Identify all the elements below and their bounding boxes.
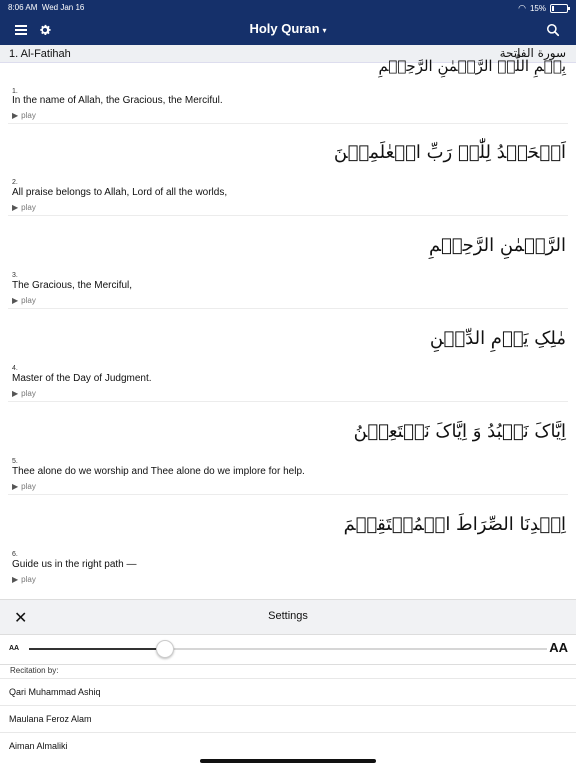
play-button[interactable]: ▶ play	[12, 575, 36, 584]
nav-title-text: Holy Quran	[249, 21, 320, 36]
settings-panel: ✕ Settings AA AA Recitation by: Qari Muh…	[0, 599, 576, 768]
divider	[8, 123, 568, 124]
verse-translation: All praise belongs to Allah, Lord of all…	[12, 187, 228, 198]
verse-number: 3.	[12, 272, 18, 279]
nav-title[interactable]: Holy Quran ▾	[0, 21, 576, 36]
verse-number: 1.	[12, 88, 18, 95]
divider	[8, 494, 568, 495]
font-small-icon: AA	[9, 645, 20, 652]
top-nav-bar: 8:06 AM Wed Jan 16 ◠ 15% Holy Quran ▾	[0, 0, 576, 45]
search-icon[interactable]	[544, 21, 562, 39]
verse-arabic: مٰلِکِ یَوۡمِ الدِّیۡنِ	[429, 328, 566, 349]
play-icon: ▶	[12, 296, 19, 305]
play-icon: ▶	[12, 389, 19, 398]
font-size-row: AA AA	[0, 634, 576, 665]
status-right: ◠ 15%	[518, 3, 570, 14]
verse-translation: Master of the Day of Judgment.	[12, 373, 152, 384]
verse-number: 6.	[12, 551, 18, 558]
status-time: 8:06 AM	[8, 3, 38, 12]
recitation-label: Recitation by:	[10, 666, 59, 675]
chevron-down-icon: ▾	[322, 26, 327, 35]
reciter-name: Aiman Almaliki	[9, 741, 68, 751]
divider	[8, 308, 568, 309]
battery-icon	[550, 4, 570, 13]
play-icon: ▶	[12, 203, 19, 212]
font-large-icon: AA	[549, 640, 568, 655]
bismillah: بِسۡمِ اللّٰہِ الرَّحۡمٰنِ الرَّحِیۡمِ	[378, 57, 566, 75]
reciter-item[interactable]: Aiman Almaliki	[0, 732, 576, 760]
verse-arabic: اِیَّاکَ نَعۡبُدُ وَ اِیَّاکَ نَسۡتَعِیۡ…	[353, 421, 566, 442]
surah-title: 1. Al-Fatihah	[9, 48, 71, 60]
battery-percent: 15%	[529, 4, 546, 13]
divider	[8, 215, 568, 216]
play-icon: ▶	[12, 482, 19, 491]
play-button[interactable]: ▶ play	[12, 389, 36, 398]
play-button[interactable]: ▶ play	[12, 203, 36, 212]
reciter-item[interactable]: Maulana Feroz Alam	[0, 705, 576, 733]
play-button[interactable]: ▶ play	[12, 296, 36, 305]
slider-thumb[interactable]	[156, 640, 174, 658]
wifi-icon: ◠	[518, 3, 526, 13]
verse-number: 4.	[12, 365, 18, 372]
status-time-date: 8:06 AM Wed Jan 16	[8, 3, 84, 12]
verse-translation: In the name of Allah, the Gracious, the …	[12, 95, 223, 106]
play-icon: ▶	[12, 575, 19, 584]
verse-translation: The Gracious, the Merciful,	[12, 280, 133, 291]
divider	[8, 401, 568, 402]
verse-number: 2.	[12, 179, 18, 186]
verse-arabic: اِہۡدِنَا الصِّرَاطَ الۡمُسۡتَقِیۡمَ	[343, 514, 566, 535]
status-date: Wed Jan 16	[41, 3, 85, 12]
play-button[interactable]: ▶ play	[12, 482, 36, 491]
battery-level	[552, 6, 554, 11]
settings-title: Settings	[268, 610, 308, 622]
verse-translation: Thee alone do we worship and Thee alone …	[12, 466, 305, 477]
slider-fill	[29, 648, 164, 650]
play-button[interactable]: ▶ play	[12, 111, 36, 120]
settings-header: ✕ Settings	[0, 599, 576, 635]
reciter-name: Qari Muhammad Ashiq	[9, 687, 101, 697]
home-indicator[interactable]	[200, 759, 376, 763]
verse-translation: Guide us in the right path —	[12, 559, 137, 570]
reciter-name: Maulana Feroz Alam	[9, 714, 92, 724]
font-size-slider[interactable]	[29, 648, 547, 650]
verse-number: 5.	[12, 458, 18, 465]
verse-arabic: اَلۡحَمۡدُ لِلّٰہِ رَبِّ الۡعٰلَمِیۡنَ	[333, 142, 566, 163]
reciter-item[interactable]: Qari Muhammad Ashiq	[0, 678, 576, 706]
verse-arabic: الرَّحۡمٰنِ الرَّحِیۡمِ	[429, 235, 566, 256]
play-icon: ▶	[12, 111, 19, 120]
